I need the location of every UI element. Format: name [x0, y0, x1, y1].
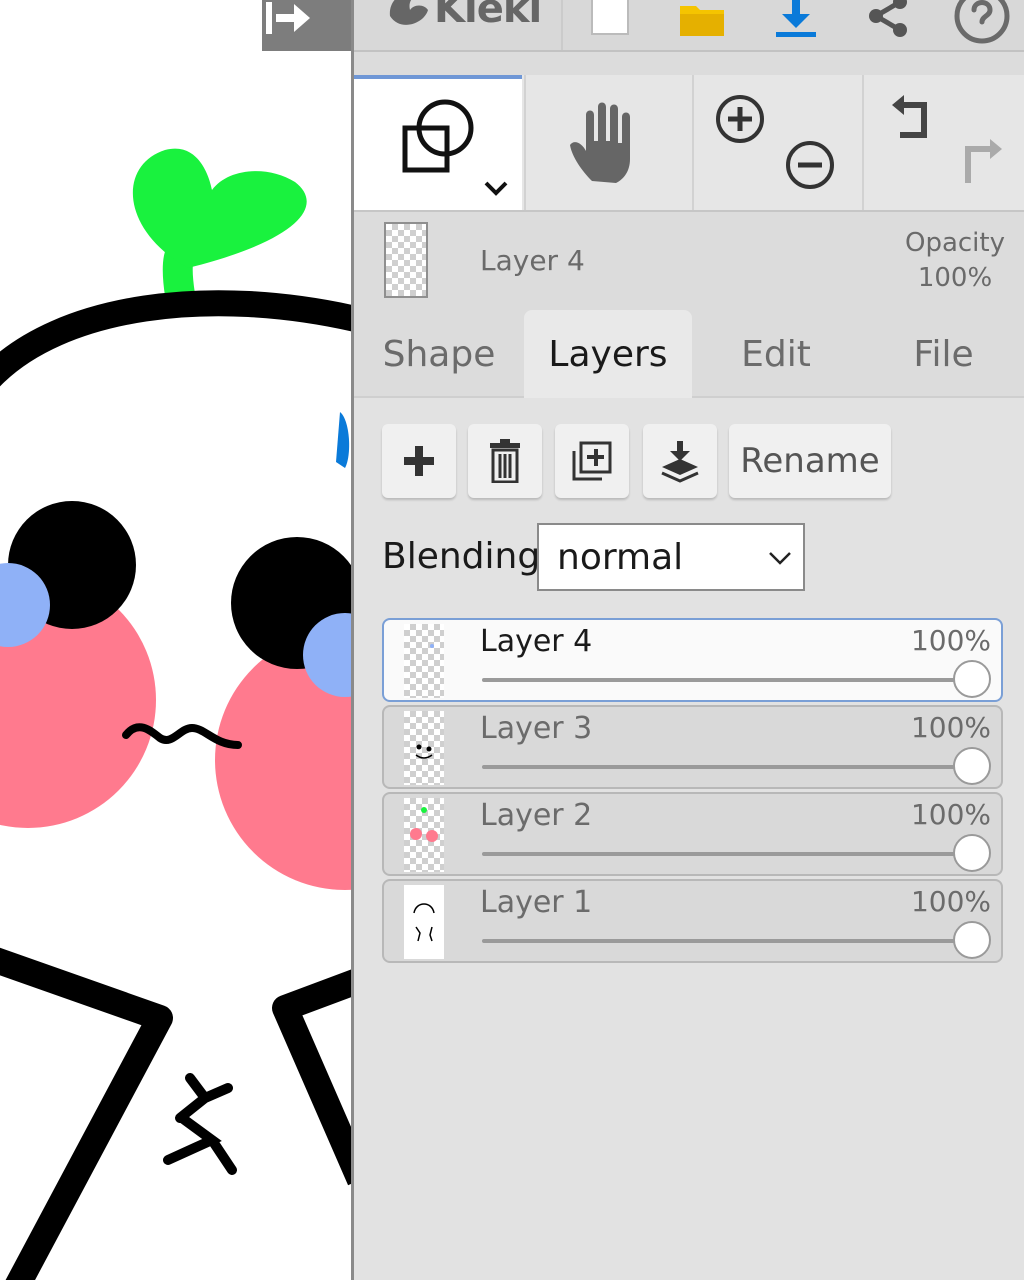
layer-name: Layer 4: [480, 624, 593, 659]
opacity-value: 100%: [917, 263, 993, 293]
layer-opacity-slider[interactable]: [482, 834, 991, 872]
chevron-down-icon[interactable]: [482, 179, 510, 197]
add-layer-button[interactable]: [382, 424, 456, 498]
blending-label: Blending: [382, 536, 541, 577]
download-icon: [776, 0, 816, 37]
layer-opacity-slider[interactable]: [482, 747, 991, 785]
duplicate-icon: [572, 441, 612, 481]
layer-row[interactable]: Layer 2 100%: [382, 792, 1003, 876]
new-image-icon: [591, 0, 629, 35]
zoom-controls: [692, 75, 860, 210]
panel-tabs: Shape Layers Edit File: [354, 310, 1024, 398]
rename-layer-button[interactable]: Rename: [729, 424, 891, 498]
collapse-panel-button[interactable]: [262, 0, 353, 51]
share-button[interactable]: [860, 0, 916, 44]
tool-row: [354, 75, 1024, 212]
kleki-logo-icon: [389, 0, 428, 25]
zoom-in-icon[interactable]: [714, 93, 766, 145]
hand-tool-button[interactable]: [524, 75, 690, 210]
arrow-right-icon: [266, 2, 310, 34]
help-button[interactable]: [954, 0, 1010, 44]
open-file-button[interactable]: [674, 0, 730, 44]
layer-thumbnail: [404, 885, 444, 959]
toolbar-separator: [561, 0, 563, 50]
side-panel: Kleki Layer 4 Opacity 100% Shape Layers …: [351, 0, 1024, 1280]
layer-thumbnail: [404, 798, 444, 872]
layer-opacity: 100%: [910, 624, 991, 657]
kleki-logo[interactable]: Kleki: [384, 0, 542, 32]
slider-handle[interactable]: [953, 747, 991, 785]
help-icon: [954, 0, 1010, 44]
layer-opacity: 100%: [910, 711, 991, 744]
layer-opacity: 100%: [910, 885, 991, 918]
tab-shape[interactable]: Shape: [354, 310, 524, 398]
merge-down-icon: [661, 441, 699, 483]
app-name: Kleki: [434, 0, 542, 32]
undo-icon[interactable]: [884, 93, 938, 145]
layer-row[interactable]: Layer 4 100%: [382, 618, 1003, 702]
merge-down-button[interactable]: [643, 424, 717, 498]
share-icon: [869, 0, 907, 37]
zoom-out-icon[interactable]: [784, 139, 836, 191]
shape-tool-button[interactable]: [354, 75, 522, 210]
trash-icon: [490, 439, 520, 483]
chevron-down-icon: [769, 552, 791, 565]
layer-opacity-slider[interactable]: [482, 660, 991, 698]
redo-icon[interactable]: [956, 137, 1010, 189]
layer-name: Layer 3: [480, 711, 593, 746]
folder-icon: [680, 6, 724, 36]
history-controls: [862, 75, 1024, 210]
current-layer-opacity: Opacity 100%: [905, 226, 1005, 296]
canvas-artwork: [0, 148, 353, 1280]
layer-thumbnail: [404, 711, 444, 785]
top-toolbar: Kleki: [354, 0, 1024, 52]
slider-handle[interactable]: [953, 660, 991, 698]
hand-icon: [570, 102, 630, 183]
layer-opacity-slider[interactable]: [482, 921, 991, 959]
layer-row[interactable]: Layer 1 100%: [382, 879, 1003, 963]
tab-edit[interactable]: Edit: [692, 310, 860, 398]
plus-icon: [404, 446, 434, 476]
duplicate-layer-button[interactable]: [555, 424, 629, 498]
delete-layer-button[interactable]: [468, 424, 542, 498]
layer-row[interactable]: Layer 3 100%: [382, 705, 1003, 789]
slider-handle[interactable]: [953, 921, 991, 959]
drawing-canvas[interactable]: [0, 0, 353, 1280]
current-layer-info[interactable]: Layer 4 Opacity 100%: [354, 212, 1024, 310]
opacity-label: Opacity: [904, 228, 1005, 258]
save-button[interactable]: [768, 0, 824, 44]
layer-name: Layer 1: [480, 885, 593, 920]
layer-opacity: 100%: [910, 798, 991, 831]
slider-handle[interactable]: [953, 834, 991, 872]
layers-panel: Rename Blending normal Layer 4 100% Laye…: [354, 398, 1024, 1280]
tab-file[interactable]: File: [860, 310, 1024, 398]
current-layer-name: Layer 4: [480, 244, 585, 277]
blending-select[interactable]: normal: [537, 523, 805, 591]
new-image-button[interactable]: [582, 0, 638, 44]
blending-value: normal: [557, 536, 684, 578]
layer-name: Layer 2: [480, 798, 593, 833]
layer-thumbnail: [404, 624, 444, 698]
tab-layers[interactable]: Layers: [524, 310, 692, 398]
current-layer-thumbnail: [384, 222, 428, 298]
